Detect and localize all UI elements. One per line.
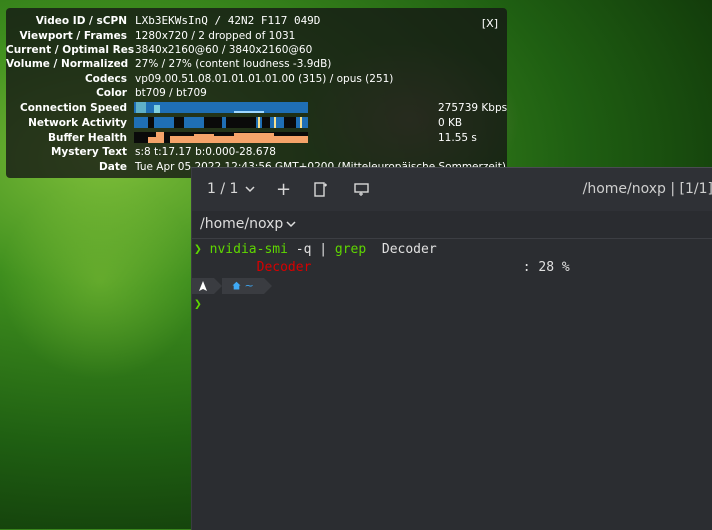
prompt-symbol: ❯ — [194, 242, 202, 257]
prompt-separator-icon — [264, 278, 272, 294]
stats-label: Buffer Health — [47, 132, 127, 144]
stats-row: Connection Speed 275739 Kbps — [6, 101, 507, 115]
input-prompt[interactable]: ❯ — [194, 296, 202, 314]
split-vertical-icon[interactable] — [314, 168, 328, 211]
stats-label: Network Activity — [28, 117, 127, 129]
buffer-health-graph — [134, 132, 308, 143]
stats-label: Video ID / sCPN — [35, 15, 127, 27]
tab-counter[interactable]: 1 / 1 — [207, 168, 238, 211]
prompt-home: ~ — [244, 279, 254, 292]
stats-value: s:8 t:17.17 b:0.000-28.678 — [135, 146, 276, 158]
output-key: Decoder — [256, 260, 312, 275]
split-horizontal-icon[interactable] — [354, 168, 370, 211]
new-tab-button[interactable]: + — [276, 168, 291, 211]
tab-home-noxp[interactable]: /home/noxp — [192, 211, 712, 239]
stats-value: bt709 / bt709 — [135, 87, 207, 99]
stats-overlay: [X] Video ID / sCPN LXb3EKWsInQ / 42N2 F… — [6, 8, 507, 178]
stats-value: 3840x2160@60 / 3840x2160@60 — [135, 44, 313, 56]
stats-row: Network Activity 0 KB — [6, 116, 507, 130]
stats-label: Mystery Text — [50, 146, 127, 158]
output-line: Decoder : 28 % — [194, 259, 570, 277]
stats-label: Current / Optimal Res — [6, 44, 135, 56]
stats-value: LXb3EKWsInQ / 42N2 F117 049D — [135, 14, 321, 27]
stats-label: Volume / Normalized — [6, 58, 129, 70]
stats-row: Buffer Health 11.55 s — [6, 131, 507, 145]
command-name: nvidia-smi — [209, 242, 288, 257]
close-button[interactable]: [X] — [482, 17, 498, 30]
output-value: : 28 % — [522, 260, 570, 275]
arch-linux-icon — [192, 278, 214, 294]
network-activity-graph — [134, 117, 308, 128]
command-grep: grep — [334, 242, 367, 257]
command-grep-arg: Decoder — [366, 242, 437, 257]
tab-dropdown-icon[interactable] — [286, 211, 296, 238]
stats-label: Codecs — [84, 73, 127, 85]
stats-value: 1280x720 / 2 dropped of 1031 — [135, 30, 296, 42]
background-blur — [0, 180, 200, 380]
stats-value: 0 KB — [438, 117, 463, 129]
stats-value: 275739 Kbps — [438, 102, 507, 114]
prompt-path: ~ — [222, 278, 264, 294]
stats-value: vp09.00.51.08.01.01.01.01.00 (315) / opu… — [135, 73, 394, 85]
stats-label: Viewport / Frames — [19, 30, 127, 42]
prompt-separator-icon — [214, 278, 222, 294]
terminal-window: 1 / 1 + /home/noxp | [1/1] /home/noxp ❯ … — [191, 167, 712, 530]
stats-label: Date — [99, 161, 127, 173]
home-icon — [232, 281, 241, 290]
connection-speed-graph — [134, 102, 308, 113]
command-line: ❯ nvidia-smi -q | grep Decoder — [194, 241, 437, 259]
window-title-path: /home/noxp | [1/1] — [582, 181, 712, 197]
stats-label: Connection Speed — [19, 102, 127, 114]
tab-chevron-icon[interactable] — [245, 168, 255, 211]
terminal-toolbar: 1 / 1 + /home/noxp | [1/1] — [192, 168, 712, 212]
command-args: -q | — [287, 242, 335, 257]
stats-label: Color — [96, 87, 127, 99]
stats-value: 11.55 s — [438, 132, 477, 144]
stats-value: 27% / 27% (content loudness -3.9dB) — [135, 58, 332, 70]
tab-label: /home/noxp — [200, 216, 284, 232]
